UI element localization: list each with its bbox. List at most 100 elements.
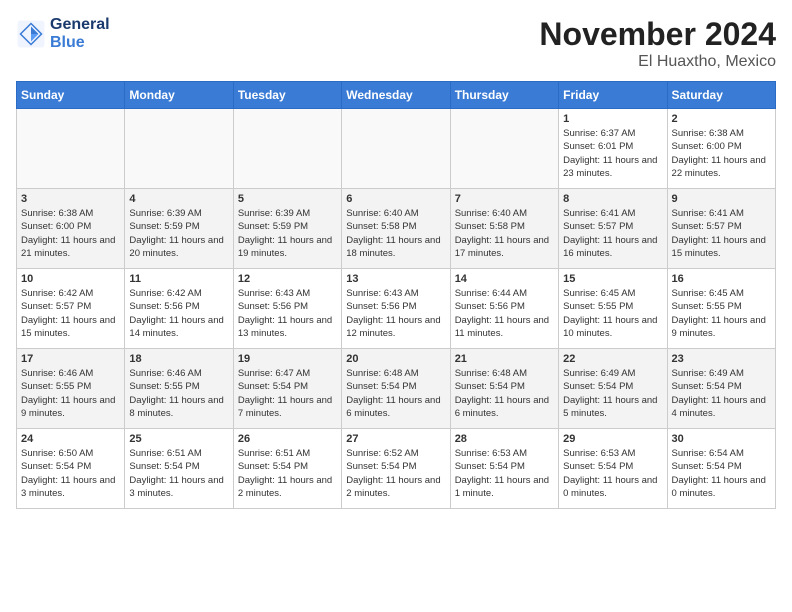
weekday-header: Sunday [17, 82, 125, 109]
logo-icon [16, 19, 46, 49]
day-number: 27 [346, 433, 445, 445]
calendar-table: SundayMondayTuesdayWednesdayThursdayFrid… [16, 81, 776, 509]
calendar-day-cell: 14 Sunrise: 6:44 AM Sunset: 5:56 PM Dayli… [450, 269, 558, 349]
page-header: General Blue November 2024 El Huaxtho, M… [16, 16, 776, 71]
calendar-week-row: 1 Sunrise: 6:37 AM Sunset: 6:01 PM Daylig… [17, 109, 776, 189]
calendar-day-cell: 16 Sunrise: 6:45 AM Sunset: 5:55 PM Dayli… [667, 269, 775, 349]
day-info: Sunrise: 6:40 AM Sunset: 5:58 PM Dayligh… [455, 207, 554, 260]
day-info: Sunrise: 6:49 AM Sunset: 5:54 PM Dayligh… [672, 367, 771, 420]
weekday-header: Thursday [450, 82, 558, 109]
day-info: Sunrise: 6:41 AM Sunset: 5:57 PM Dayligh… [672, 207, 771, 260]
calendar-day-cell: 26 Sunrise: 6:51 AM Sunset: 5:54 PM Dayli… [233, 429, 341, 509]
calendar-day-cell: 1 Sunrise: 6:37 AM Sunset: 6:01 PM Daylig… [559, 109, 667, 189]
day-number: 14 [455, 273, 554, 285]
calendar-day-cell: 23Sunrise: 6:49 AM Sunset: 5:54 PM Dayli… [667, 349, 775, 429]
calendar-day-cell: 22Sunrise: 6:49 AM Sunset: 5:54 PM Dayli… [559, 349, 667, 429]
calendar-day-cell: 21Sunrise: 6:48 AM Sunset: 5:54 PM Dayli… [450, 349, 558, 429]
day-number: 11 [129, 273, 228, 285]
day-number: 29 [563, 433, 662, 445]
calendar-day-cell: 27 Sunrise: 6:52 AM Sunset: 5:54 PM Dayli… [342, 429, 450, 509]
day-info: Sunrise: 6:43 AM Sunset: 5:56 PM Dayligh… [238, 287, 337, 340]
calendar-day-cell [450, 109, 558, 189]
day-number: 25 [129, 433, 228, 445]
day-info: Sunrise: 6:46 AM Sunset: 5:55 PM Dayligh… [129, 367, 228, 420]
day-info: Sunrise: 6:45 AM Sunset: 5:55 PM Dayligh… [563, 287, 662, 340]
calendar-day-cell: 13 Sunrise: 6:43 AM Sunset: 5:56 PM Dayli… [342, 269, 450, 349]
calendar-day-cell [342, 109, 450, 189]
day-info: Sunrise: 6:54 AM Sunset: 5:54 PM Dayligh… [672, 447, 771, 500]
calendar-day-cell: 19Sunrise: 6:47 AM Sunset: 5:54 PM Dayli… [233, 349, 341, 429]
calendar-day-cell: 24 Sunrise: 6:50 AM Sunset: 5:54 PM Dayli… [17, 429, 125, 509]
month-title: November 2024 [539, 16, 776, 53]
day-info: Sunrise: 6:46 AM Sunset: 5:55 PM Dayligh… [21, 367, 120, 420]
calendar-day-cell: 3 Sunrise: 6:38 AM Sunset: 6:00 PM Daylig… [17, 189, 125, 269]
calendar-day-cell: 20 Sunrise: 6:48 AM Sunset: 5:54 PM Dayli… [342, 349, 450, 429]
day-info: Sunrise: 6:45 AM Sunset: 5:55 PM Dayligh… [672, 287, 771, 340]
day-number: 2 [672, 113, 771, 125]
calendar-week-row: 17 Sunrise: 6:46 AM Sunset: 5:55 PM Dayli… [17, 349, 776, 429]
day-number: 26 [238, 433, 337, 445]
day-info: Sunrise: 6:48 AM Sunset: 5:54 PM Dayligh… [346, 367, 445, 420]
day-number: 5 [238, 193, 337, 205]
calendar-day-cell: 18 Sunrise: 6:46 AM Sunset: 5:55 PM Dayli… [125, 349, 233, 429]
weekday-header: Saturday [667, 82, 775, 109]
day-number: 13 [346, 273, 445, 285]
day-info: Sunrise: 6:42 AM Sunset: 5:57 PM Dayligh… [21, 287, 120, 340]
calendar-day-cell: 15 Sunrise: 6:45 AM Sunset: 5:55 PM Dayli… [559, 269, 667, 349]
day-number: 6 [346, 193, 445, 205]
day-number: 10 [21, 273, 120, 285]
calendar-day-cell: 5 Sunrise: 6:39 AM Sunset: 5:59 PM Daylig… [233, 189, 341, 269]
day-info: Sunrise: 6:39 AM Sunset: 5:59 PM Dayligh… [129, 207, 228, 260]
weekday-header: Wednesday [342, 82, 450, 109]
calendar-day-cell: 9Sunrise: 6:41 AM Sunset: 5:57 PM Daylig… [667, 189, 775, 269]
calendar-week-row: 10 Sunrise: 6:42 AM Sunset: 5:57 PM Dayli… [17, 269, 776, 349]
day-number: 8 [563, 193, 662, 205]
day-number: 3 [21, 193, 120, 205]
calendar-day-cell: 8 Sunrise: 6:41 AM Sunset: 5:57 PM Daylig… [559, 189, 667, 269]
day-number: 18 [129, 353, 228, 365]
day-number: 28 [455, 433, 554, 445]
day-number: 20 [346, 353, 445, 365]
day-info: Sunrise: 6:51 AM Sunset: 5:54 PM Dayligh… [238, 447, 337, 500]
day-number: 17 [21, 353, 120, 365]
day-info: Sunrise: 6:52 AM Sunset: 5:54 PM Dayligh… [346, 447, 445, 500]
weekday-header: Friday [559, 82, 667, 109]
day-info: Sunrise: 6:37 AM Sunset: 6:01 PM Dayligh… [563, 127, 662, 180]
weekday-header: Tuesday [233, 82, 341, 109]
calendar-header-row: SundayMondayTuesdayWednesdayThursdayFrid… [17, 82, 776, 109]
calendar-day-cell: 17 Sunrise: 6:46 AM Sunset: 5:55 PM Dayli… [17, 349, 125, 429]
logo-text: General Blue [50, 16, 110, 52]
day-number: 7 [455, 193, 554, 205]
calendar-week-row: 3 Sunrise: 6:38 AM Sunset: 6:00 PM Daylig… [17, 189, 776, 269]
day-number: 19 [238, 353, 337, 365]
day-info: Sunrise: 6:44 AM Sunset: 5:56 PM Dayligh… [455, 287, 554, 340]
calendar-week-row: 24 Sunrise: 6:50 AM Sunset: 5:54 PM Dayli… [17, 429, 776, 509]
weekday-header: Monday [125, 82, 233, 109]
location: El Huaxtho, Mexico [539, 53, 776, 71]
day-info: Sunrise: 6:38 AM Sunset: 6:00 PM Dayligh… [21, 207, 120, 260]
calendar-day-cell: 11Sunrise: 6:42 AM Sunset: 5:56 PM Dayli… [125, 269, 233, 349]
day-info: Sunrise: 6:39 AM Sunset: 5:59 PM Dayligh… [238, 207, 337, 260]
day-number: 15 [563, 273, 662, 285]
day-number: 16 [672, 273, 771, 285]
calendar-day-cell [17, 109, 125, 189]
calendar-day-cell: 2 Sunrise: 6:38 AM Sunset: 6:00 PM Daylig… [667, 109, 775, 189]
calendar-day-cell: 12Sunrise: 6:43 AM Sunset: 5:56 PM Dayli… [233, 269, 341, 349]
calendar-day-cell [233, 109, 341, 189]
day-number: 1 [563, 113, 662, 125]
calendar-day-cell: 6 Sunrise: 6:40 AM Sunset: 5:58 PM Daylig… [342, 189, 450, 269]
title-block: November 2024 El Huaxtho, Mexico [539, 16, 776, 71]
day-number: 30 [672, 433, 771, 445]
calendar-day-cell: 28 Sunrise: 6:53 AM Sunset: 5:54 PM Dayli… [450, 429, 558, 509]
day-info: Sunrise: 6:38 AM Sunset: 6:00 PM Dayligh… [672, 127, 771, 180]
day-number: 22 [563, 353, 662, 365]
day-info: Sunrise: 6:53 AM Sunset: 5:54 PM Dayligh… [455, 447, 554, 500]
day-info: Sunrise: 6:43 AM Sunset: 5:56 PM Dayligh… [346, 287, 445, 340]
day-info: Sunrise: 6:40 AM Sunset: 5:58 PM Dayligh… [346, 207, 445, 260]
day-info: Sunrise: 6:41 AM Sunset: 5:57 PM Dayligh… [563, 207, 662, 260]
day-number: 4 [129, 193, 228, 205]
day-number: 21 [455, 353, 554, 365]
day-number: 24 [21, 433, 120, 445]
day-info: Sunrise: 6:50 AM Sunset: 5:54 PM Dayligh… [21, 447, 120, 500]
day-info: Sunrise: 6:51 AM Sunset: 5:54 PM Dayligh… [129, 447, 228, 500]
